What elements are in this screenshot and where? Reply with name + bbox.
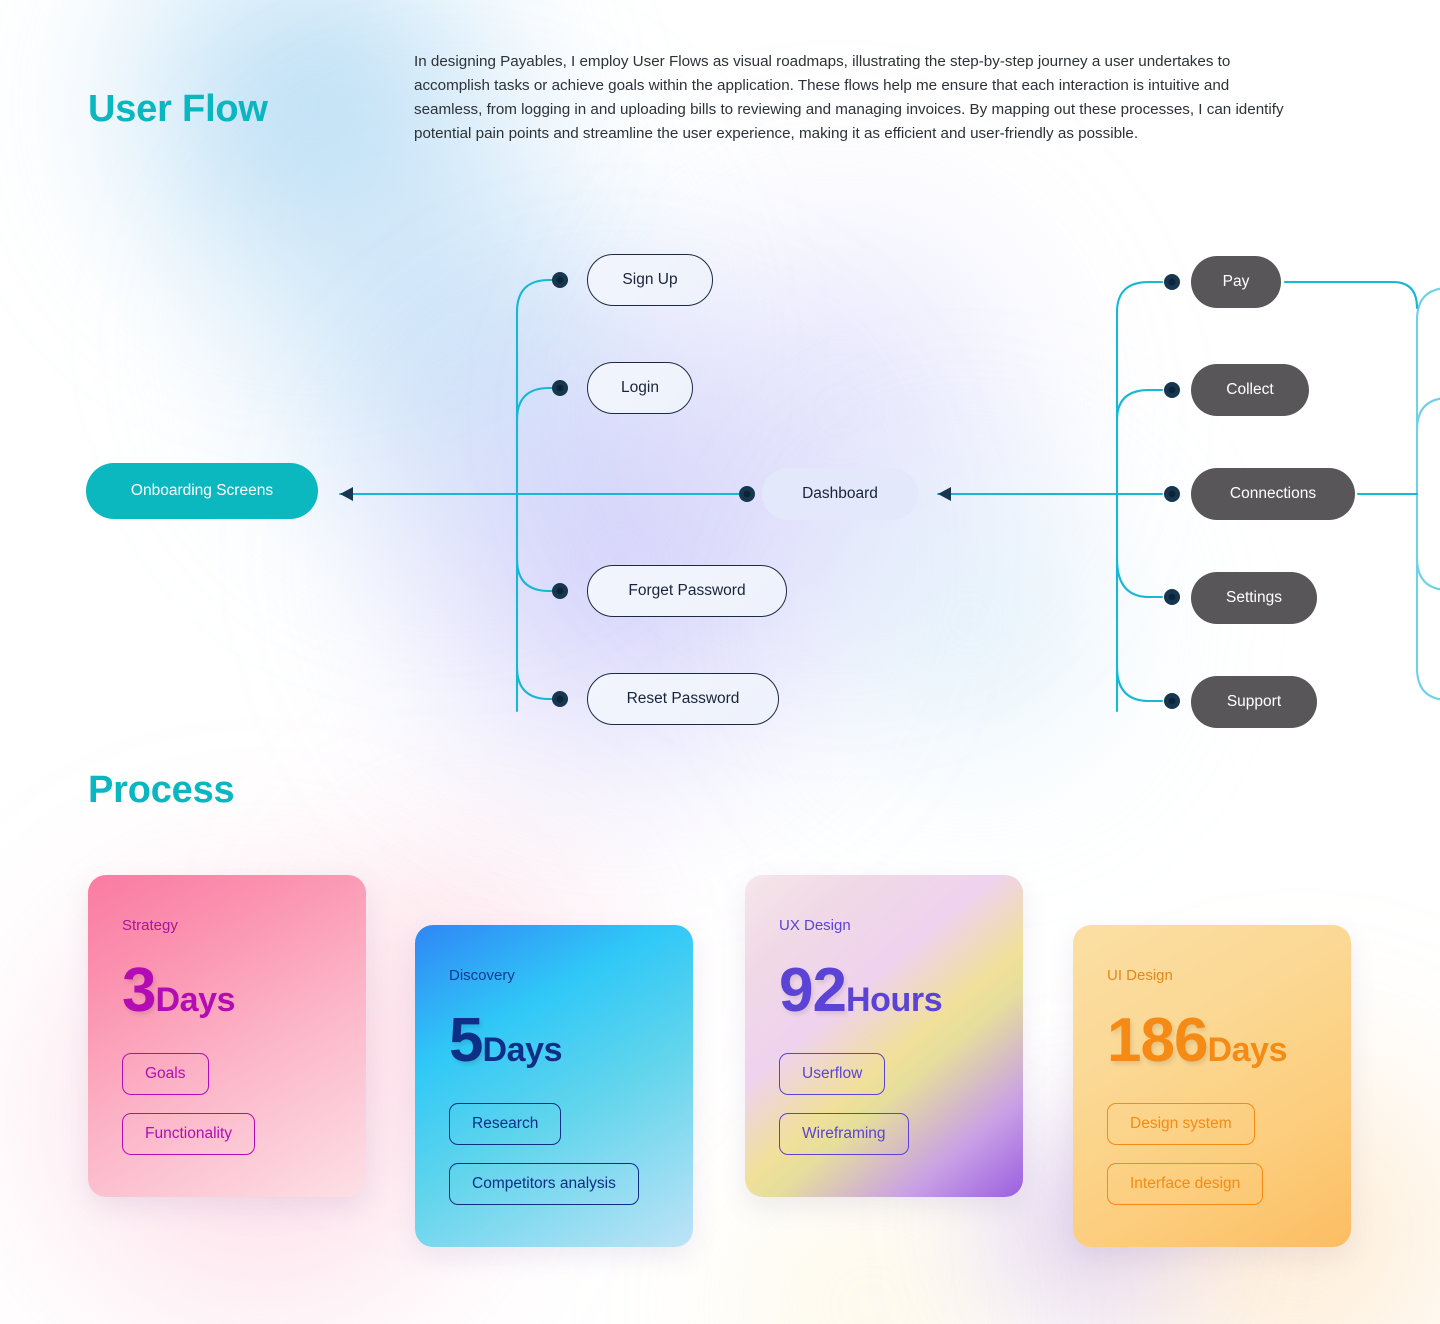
flow-node-reset-password[interactable]: Reset Password <box>587 673 779 725</box>
flow-node-label: Settings <box>1225 589 1282 606</box>
process-tag[interactable]: Research <box>449 1103 562 1146</box>
flow-node-label: Connections <box>1229 485 1317 502</box>
flow-node-label: Dashboard <box>802 485 878 502</box>
process-card-tags: Research Competitors analysis <box>449 1103 659 1223</box>
process-card-label: Strategy <box>122 917 178 934</box>
flow-node-sign-up[interactable]: Sign Up <box>587 254 713 306</box>
process-card-unit: Days <box>155 981 236 1019</box>
flow-node-label: Collect <box>1226 381 1274 398</box>
arrow-to-onboarding <box>340 487 353 501</box>
process-card-number: 92 <box>779 956 847 1025</box>
process-card-unit: Days <box>482 1031 563 1069</box>
process-card-duration: 3 Days <box>122 956 332 1025</box>
user-flow-diagram: Onboarding Screens Sign Up Login Forget … <box>0 230 1440 750</box>
flow-node-connections[interactable]: Connections <box>1191 468 1355 520</box>
process-card-label: UX Design <box>779 917 851 934</box>
process-card-strategy[interactable]: Strategy 3 Days Goals Functionality <box>88 875 366 1197</box>
process-card-list: Strategy 3 Days Goals Functionality Disc… <box>0 860 1440 1290</box>
user-flow-description: In designing Payables, I employ User Flo… <box>414 53 1284 142</box>
process-card-label: Discovery <box>449 967 515 984</box>
process-tag[interactable]: Wireframing <box>779 1113 909 1156</box>
process-card-tags: Userflow Wireframing <box>779 1053 989 1173</box>
flow-node-support[interactable]: Support <box>1191 676 1317 728</box>
process-card-number: 5 <box>449 1006 483 1075</box>
flow-node-dashboard[interactable]: Dashboard <box>762 468 918 520</box>
process-card-tags: Goals Functionality <box>122 1053 332 1173</box>
process-card-ui-design[interactable]: UI Design 186 Days Design system Interfa… <box>1073 925 1351 1247</box>
flow-node-label: Pay <box>1222 273 1250 290</box>
flow-node-label: Reset Password <box>626 690 740 707</box>
process-tag[interactable]: Interface design <box>1107 1163 1264 1206</box>
process-tag[interactable]: Design system <box>1107 1103 1255 1146</box>
process-card-number: 3 <box>122 956 156 1025</box>
process-card-unit: Days <box>1207 1031 1288 1069</box>
process-card-label: UI Design <box>1107 967 1173 984</box>
process-tag[interactable]: Functionality <box>122 1113 256 1156</box>
flow-node-label: Sign Up <box>622 271 678 288</box>
flow-node-onboarding-screens[interactable]: Onboarding Screens <box>86 463 318 519</box>
flow-node-label: Login <box>621 379 659 396</box>
process-tag[interactable]: Competitors analysis <box>449 1163 639 1206</box>
process-tag[interactable]: Userflow <box>779 1053 886 1096</box>
process-card-duration: 186 Days <box>1107 1006 1317 1075</box>
flow-node-settings[interactable]: Settings <box>1191 572 1317 624</box>
flow-node-label: Support <box>1226 693 1282 710</box>
flow-node-forget-password[interactable]: Forget Password <box>587 565 787 617</box>
page-title-user-flow: User Flow <box>88 88 268 130</box>
process-card-discovery[interactable]: Discovery 5 Days Research Competitors an… <box>415 925 693 1247</box>
process-tag[interactable]: Goals <box>122 1053 209 1096</box>
process-card-unit: Hours <box>845 981 943 1019</box>
flow-node-label: Forget Password <box>628 582 746 599</box>
process-card-tags: Design system Interface design <box>1107 1103 1317 1223</box>
process-card-duration: 5 Days <box>449 1006 659 1075</box>
process-card-number: 186 <box>1107 1006 1208 1075</box>
process-card-ux-design[interactable]: UX Design 92 Hours Userflow Wireframing <box>745 875 1023 1197</box>
flow-node-label: Onboarding Screens <box>130 482 274 499</box>
flow-node-collect[interactable]: Collect <box>1191 364 1309 416</box>
arrow-to-dashboard <box>938 487 951 501</box>
flow-node-login[interactable]: Login <box>587 362 693 414</box>
page-title-process: Process <box>88 769 235 811</box>
flow-node-pay[interactable]: Pay <box>1191 256 1281 308</box>
process-card-duration: 92 Hours <box>779 956 989 1025</box>
